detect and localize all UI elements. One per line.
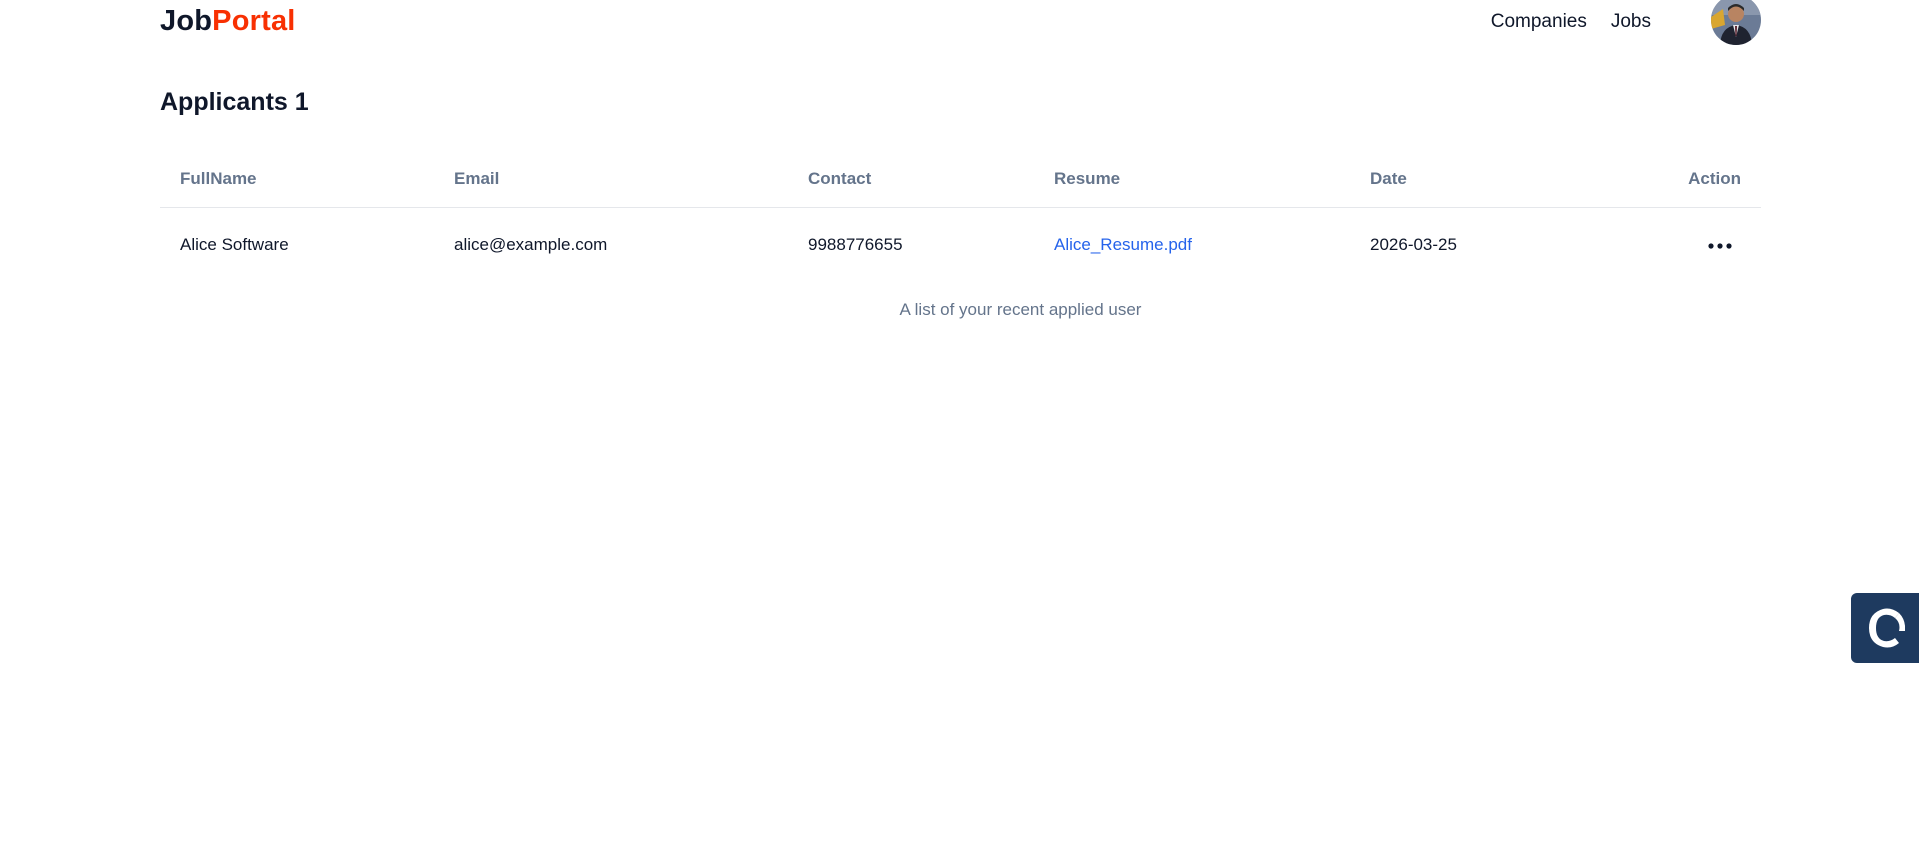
table-header: FullName Email Contact Resume Date Actio… bbox=[160, 150, 1761, 208]
nav-right: Companies Jobs bbox=[1491, 0, 1761, 45]
cell-contact: 9988776655 bbox=[808, 235, 903, 254]
cell-email: alice@example.com bbox=[454, 235, 608, 254]
floating-widget-button[interactable] bbox=[1851, 593, 1919, 663]
nav-link-companies[interactable]: Companies bbox=[1491, 11, 1587, 33]
column-header-date: Date bbox=[1350, 150, 1590, 208]
page-title: Applicants 1 bbox=[160, 88, 309, 116]
brand-name-prefix: Job bbox=[160, 4, 213, 37]
applicants-table-wrapper: FullName Email Contact Resume Date Actio… bbox=[160, 150, 1761, 320]
cell-date: 2026-03-25 bbox=[1370, 235, 1457, 254]
nav-link-jobs[interactable]: Jobs bbox=[1611, 11, 1651, 33]
more-horizontal-icon[interactable] bbox=[1703, 235, 1737, 255]
table-caption: A list of your recent applied user bbox=[899, 300, 1142, 319]
navbar: JobPortal Companies Jobs bbox=[160, 0, 1761, 48]
more-dots-graphic bbox=[1708, 243, 1732, 249]
column-header-contact: Contact bbox=[788, 150, 1034, 208]
cell-fullname: Alice Software bbox=[180, 235, 289, 254]
column-header-resume: Resume bbox=[1034, 150, 1350, 208]
user-avatar[interactable] bbox=[1711, 0, 1761, 45]
avatar-image bbox=[1711, 0, 1761, 45]
table-header-row: FullName Email Contact Resume Date Actio… bbox=[160, 150, 1761, 208]
page: JobPortal Companies Jobs Applicants 1 Fu… bbox=[0, 0, 1919, 847]
brand-name-suffix: Portal bbox=[212, 4, 296, 37]
brand-logo[interactable]: JobPortal bbox=[160, 4, 296, 37]
table-body: Alice Software alice@example.com 9988776… bbox=[160, 208, 1761, 283]
nav-links: Companies Jobs bbox=[1491, 11, 1651, 33]
c-logo-icon bbox=[1869, 608, 1905, 648]
cell-resume: Alice_Resume.pdf bbox=[1034, 208, 1350, 283]
resume-link[interactable]: Alice_Resume.pdf bbox=[1054, 235, 1192, 254]
applicants-table: FullName Email Contact Resume Date Actio… bbox=[160, 150, 1761, 282]
column-header-email: Email bbox=[434, 150, 788, 208]
table-row: Alice Software alice@example.com 9988776… bbox=[160, 208, 1761, 283]
column-header-action: Action bbox=[1590, 150, 1761, 208]
cell-action bbox=[1590, 208, 1761, 283]
column-header-fullname: FullName bbox=[160, 150, 434, 208]
